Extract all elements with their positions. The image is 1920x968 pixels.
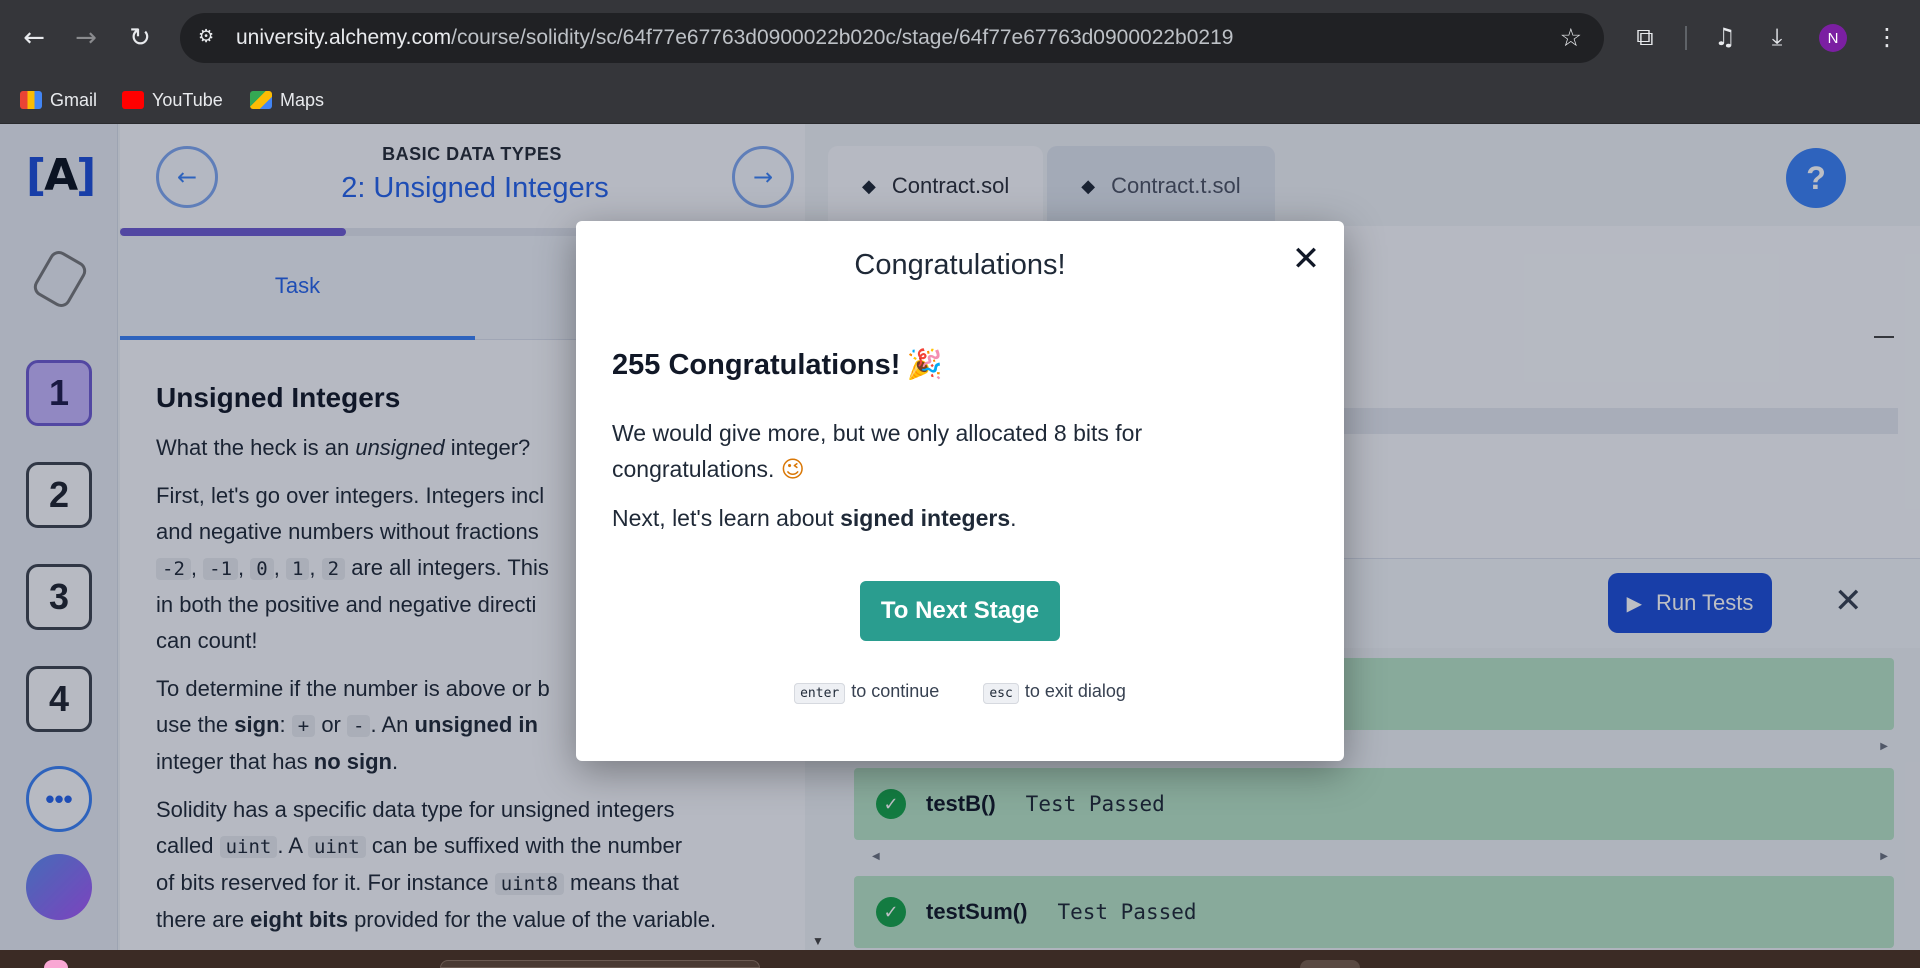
browser-toolbar: ← → ↻ ⚙ university.alchemy.com/course/so… [0,0,1920,76]
maps-icon [250,91,272,109]
extensions-icon[interactable]: ⧉ [1628,20,1662,54]
forward-button[interactable]: → [66,18,106,58]
profile-avatar[interactable]: N [1819,24,1847,52]
address-bar[interactable]: ⚙ university.alchemy.com/course/solidity… [180,13,1604,63]
media-control-icon[interactable]: ♫ [1708,20,1742,54]
party-popper-icon: 🎉 [906,347,943,381]
browser-menu-icon[interactable]: ⋮ [1870,20,1904,54]
dialog-message: We would give more, but we only allocate… [612,420,1143,483]
toolbar-divider [1685,26,1687,50]
dialog-heading: 255 Congratulations! 🎉 [612,347,943,381]
taskbar-app-icon[interactable] [1300,960,1360,968]
reload-button[interactable]: ↻ [120,18,160,58]
back-button[interactable]: ← [14,18,54,58]
bookmark-maps[interactable]: Maps [250,88,324,112]
download-icon[interactable]: ⤓ [1760,20,1794,54]
bookmarks-bar: Gmail YouTube Maps [0,76,1920,124]
congratulations-dialog: Congratulations! ✕ 255 Congratulations! 🎉… [576,221,1344,761]
dialog-next-text: Next, let's learn about signed integers. [612,505,1017,531]
url-text[interactable]: university.alchemy.com/course/solidity/s… [236,26,1233,50]
os-taskbar [0,950,1920,968]
keyboard-hints: enter to continue esc to exit dialog [576,681,1344,704]
bookmark-label: Gmail [50,89,98,110]
to-next-stage-button[interactable]: To Next Stage [860,581,1060,641]
wink-icon: 😉 [780,457,805,483]
dialog-title: Congratulations! [854,249,1066,281]
esc-key: esc [983,683,1019,704]
bookmark-label: Maps [280,89,325,110]
enter-key: enter [794,683,846,704]
bookmark-gmail[interactable]: Gmail [20,88,97,112]
gmail-icon [20,91,42,109]
taskbar-search[interactable] [440,960,760,968]
close-icon[interactable]: ✕ [1286,239,1326,279]
hint-exit: to exit dialog [1024,681,1126,701]
site-info-icon[interactable]: ⚙ [198,26,222,50]
taskbar-app-icon[interactable] [44,960,68,968]
hint-continue: to continue [851,681,940,701]
bookmark-youtube[interactable]: YouTube [122,88,223,112]
bookmark-star-icon[interactable]: ☆ [1560,23,1582,52]
youtube-icon [122,91,144,109]
bookmark-label: YouTube [152,89,223,110]
